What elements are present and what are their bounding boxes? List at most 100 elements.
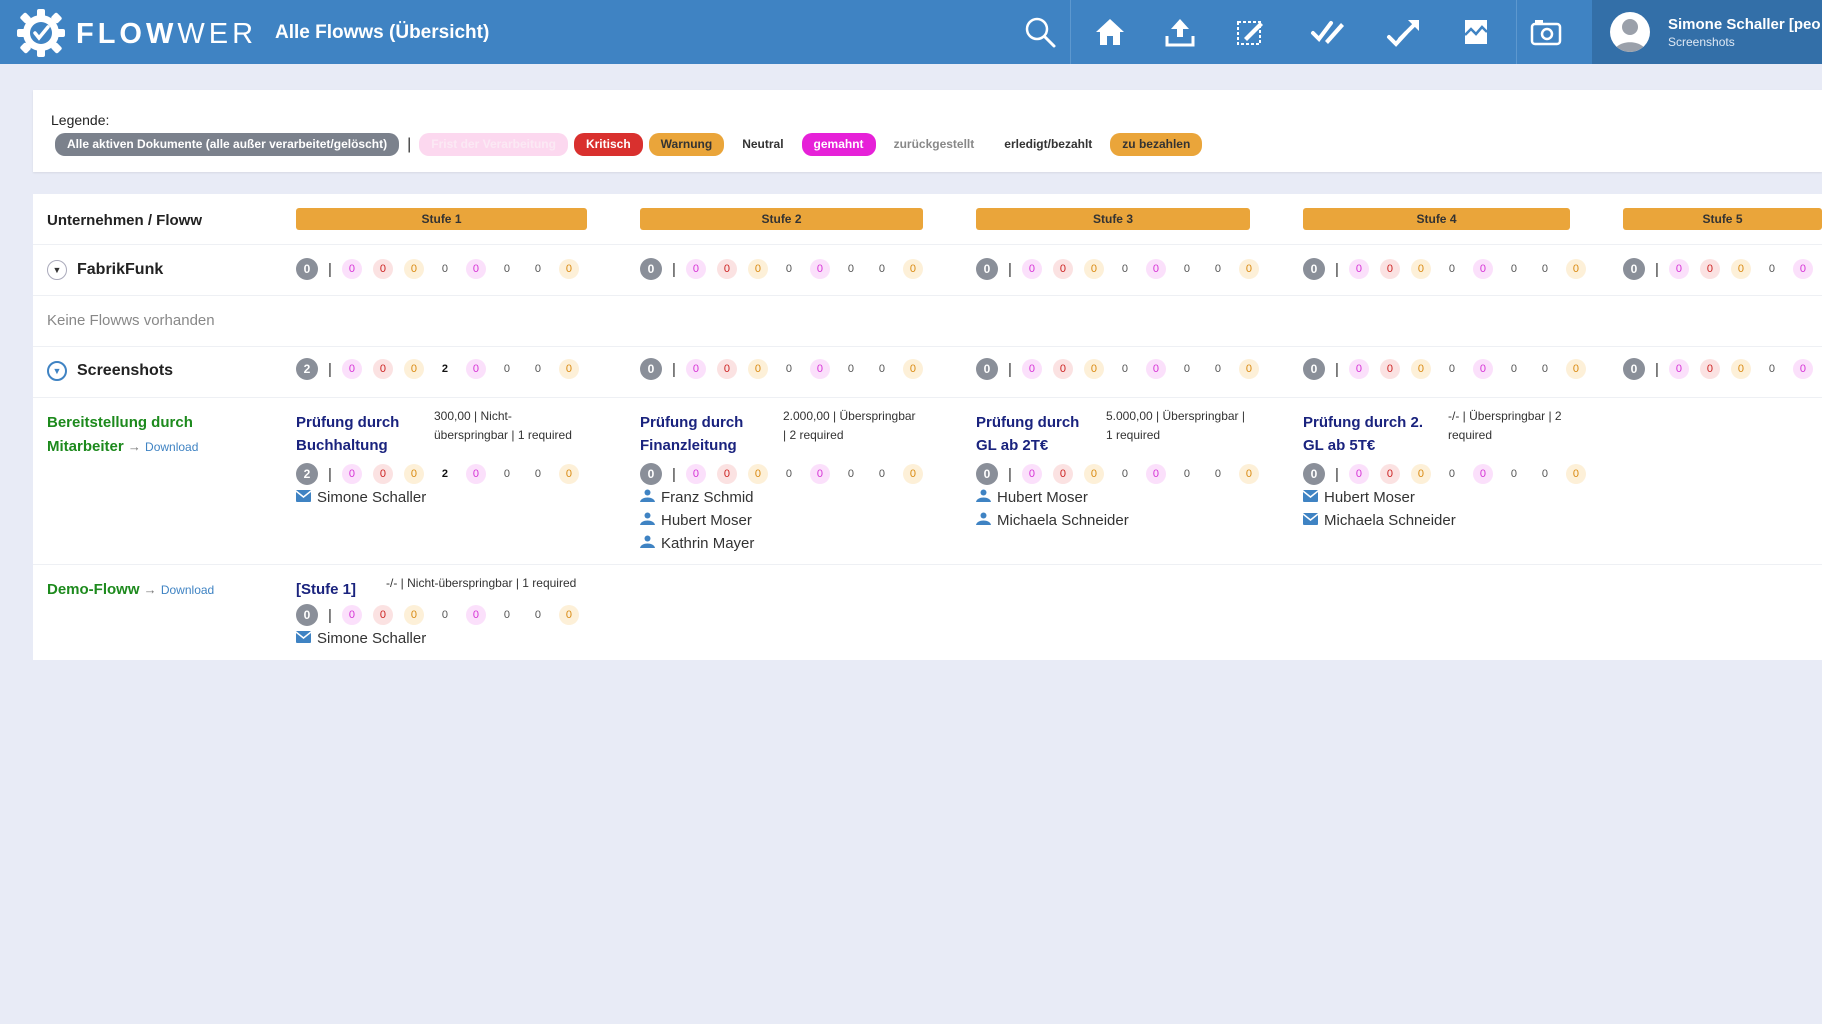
status-count[interactable]: 0 (497, 259, 517, 279)
status-count[interactable]: 0 (716, 259, 737, 279)
legend-pill[interactable]: erledigt/bezahlt (992, 133, 1105, 156)
total-count-badge[interactable]: 0 (296, 604, 318, 626)
status-count[interactable]: 0 (902, 464, 923, 484)
status-count[interactable]: 0 (1021, 464, 1042, 484)
legend-pill[interactable]: gemahnt (801, 133, 876, 156)
step-title[interactable]: Prüfung durch Finanzleitung (640, 411, 743, 457)
legend-pill[interactable]: Neutral (730, 133, 796, 156)
status-count[interactable]: 0 (1238, 464, 1259, 484)
status-count[interactable]: 0 (558, 605, 579, 625)
status-count[interactable]: 0 (1177, 359, 1197, 379)
status-count[interactable]: 0 (1021, 259, 1042, 279)
status-count[interactable]: 0 (779, 359, 799, 379)
status-count[interactable]: 0 (465, 464, 486, 484)
forward-icon[interactable] (1382, 10, 1426, 54)
status-count[interactable]: 0 (497, 605, 517, 625)
status-count[interactable]: 0 (1535, 359, 1555, 379)
status-count[interactable]: 0 (341, 259, 362, 279)
status-count[interactable]: 0 (465, 359, 486, 379)
status-count[interactable]: 0 (1565, 259, 1586, 279)
status-count[interactable]: 0 (1208, 359, 1228, 379)
status-count[interactable]: 0 (558, 259, 579, 279)
status-count[interactable]: 0 (1083, 359, 1104, 379)
status-count[interactable]: 0 (1021, 359, 1042, 379)
status-count[interactable]: 0 (403, 359, 424, 379)
status-count[interactable]: 0 (1238, 359, 1259, 379)
edit-icon[interactable] (1228, 10, 1272, 54)
status-count[interactable]: 0 (1052, 359, 1073, 379)
status-count[interactable]: 0 (558, 464, 579, 484)
status-count[interactable]: 0 (1145, 464, 1166, 484)
upload-icon[interactable] (1158, 10, 1202, 54)
status-count[interactable]: 0 (528, 359, 548, 379)
status-count[interactable]: 0 (902, 259, 923, 279)
home-icon[interactable] (1088, 10, 1132, 54)
status-count[interactable]: 0 (685, 259, 706, 279)
status-count[interactable]: 0 (1208, 464, 1228, 484)
step-title[interactable]: Prüfung durch GL ab 2T€ (976, 411, 1079, 457)
status-count[interactable]: 0 (1472, 464, 1493, 484)
camera-icon[interactable] (1524, 10, 1568, 54)
total-count-badge[interactable]: 2 (296, 463, 318, 485)
status-count[interactable]: 0 (1208, 259, 1228, 279)
status-count[interactable]: 0 (1792, 259, 1813, 279)
total-count-badge[interactable]: 0 (1623, 358, 1645, 380)
status-count[interactable]: 0 (1145, 259, 1166, 279)
status-count[interactable]: 0 (1668, 359, 1689, 379)
total-count-badge[interactable]: 0 (296, 258, 318, 280)
status-count[interactable]: 0 (1083, 464, 1104, 484)
total-count-badge[interactable]: 0 (640, 463, 662, 485)
user-menu[interactable]: Simone Schaller [peo Screenshots (1592, 0, 1822, 64)
status-count[interactable]: 0 (1472, 259, 1493, 279)
total-count-badge[interactable]: 2 (296, 358, 318, 380)
status-count[interactable]: 0 (528, 464, 548, 484)
status-count[interactable]: 0 (341, 464, 362, 484)
total-count-badge[interactable]: 0 (976, 358, 998, 380)
legend-pill[interactable]: Frist der Verarbeitung (419, 133, 568, 156)
status-count[interactable]: 0 (372, 605, 393, 625)
status-count[interactable]: 2 (435, 464, 455, 484)
status-count[interactable]: 0 (1762, 259, 1782, 279)
status-count[interactable]: 0 (1177, 259, 1197, 279)
status-count[interactable]: 0 (1379, 259, 1400, 279)
status-count[interactable]: 0 (558, 359, 579, 379)
total-count-badge[interactable]: 0 (976, 463, 998, 485)
flow-demo[interactable]: Demo-Floww → Download (47, 578, 214, 602)
status-count[interactable]: 0 (1410, 359, 1431, 379)
assignee[interactable]: Kathrin Mayer (640, 535, 754, 552)
status-count[interactable]: 0 (1565, 464, 1586, 484)
status-count[interactable]: 2 (435, 359, 455, 379)
status-count[interactable]: 0 (1052, 464, 1073, 484)
status-count[interactable]: 0 (685, 464, 706, 484)
status-count[interactable]: 0 (1115, 359, 1135, 379)
status-count[interactable]: 0 (528, 605, 548, 625)
status-count[interactable]: 0 (1083, 259, 1104, 279)
assignee[interactable]: Hubert Moser (1302, 489, 1415, 506)
status-count[interactable]: 0 (872, 359, 892, 379)
assignee[interactable]: Michaela Schneider (976, 512, 1129, 529)
assignee[interactable]: Simone Schaller (295, 489, 426, 506)
status-count[interactable]: 0 (809, 359, 830, 379)
status-count[interactable]: 0 (747, 259, 768, 279)
status-count[interactable]: 0 (497, 359, 517, 379)
status-count[interactable]: 0 (1504, 464, 1524, 484)
status-count[interactable]: 0 (1348, 359, 1369, 379)
status-count[interactable]: 0 (1504, 359, 1524, 379)
status-count[interactable]: 0 (1472, 359, 1493, 379)
search-icon[interactable] (1018, 10, 1062, 54)
total-count-badge[interactable]: 0 (1623, 258, 1645, 280)
status-count[interactable]: 0 (1442, 359, 1462, 379)
status-count[interactable]: 0 (779, 259, 799, 279)
assignee[interactable]: Hubert Moser (976, 489, 1088, 506)
status-count[interactable]: 0 (716, 464, 737, 484)
status-count[interactable]: 0 (1177, 464, 1197, 484)
inbox-icon[interactable] (1454, 10, 1498, 54)
status-count[interactable]: 0 (341, 359, 362, 379)
collapse-chevron-icon[interactable]: ▼ (47, 260, 67, 280)
status-count[interactable]: 0 (1379, 359, 1400, 379)
status-count[interactable]: 0 (747, 464, 768, 484)
status-count[interactable]: 0 (1442, 259, 1462, 279)
status-count[interactable]: 0 (1115, 259, 1135, 279)
status-count[interactable]: 0 (1535, 464, 1555, 484)
status-count[interactable]: 0 (841, 359, 861, 379)
